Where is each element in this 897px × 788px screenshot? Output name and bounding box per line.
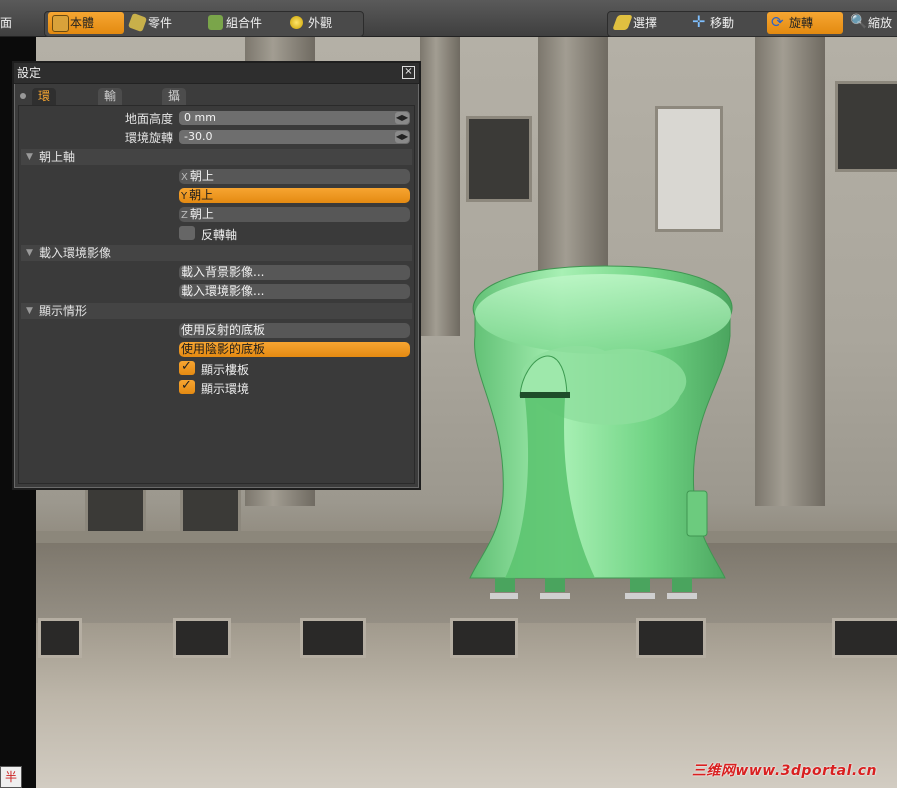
building-window xyxy=(655,106,723,232)
tab-appearance-label: 外觀 xyxy=(308,16,333,30)
axis-option-label: 朝上 xyxy=(189,169,214,183)
environment-panel: 地面高度 0 mm ◀▶ 環境旋轉 -30.0 ◀▶ ▼ 朝上軸 X 朝上 Y 朝上… xyxy=(18,105,415,484)
select-icon xyxy=(612,15,633,30)
tab-camera[interactable]: 攝影機設定 xyxy=(162,88,187,171)
up-axis-x-option[interactable]: X 朝上 xyxy=(179,169,410,184)
axis-option-label: 朝上 xyxy=(189,188,214,202)
basement-window xyxy=(300,618,366,658)
basement-window xyxy=(38,618,82,658)
tab-output[interactable]: 輸出設定 xyxy=(98,88,123,154)
watermark: 三维网www.3dportal.cn xyxy=(691,763,877,779)
invert-axis-label: 反轉軸 xyxy=(201,228,238,242)
move-tool-button[interactable]: ✛ 移動 xyxy=(688,12,762,34)
select-label: 選擇 xyxy=(633,16,658,30)
magnifier-icon: 🔍 xyxy=(850,14,868,30)
corner-ime-indicator[interactable]: 半 xyxy=(0,766,22,788)
up-axis-title: 朝上軸 xyxy=(39,150,76,164)
show-environment-checkbox[interactable]: ✓ xyxy=(179,378,195,394)
building-window xyxy=(180,486,241,537)
move-label: 移動 xyxy=(710,16,735,30)
tab-parts-label: 零件 xyxy=(148,16,173,30)
3d-model-render[interactable] xyxy=(455,256,750,601)
tab-assembly[interactable]: 組合件 xyxy=(204,12,284,34)
env-rotate-label: 環境旋轉 xyxy=(125,131,174,145)
display-section[interactable]: ▼ 顯示情形 xyxy=(21,303,412,319)
assembly-icon xyxy=(208,15,223,30)
axis-option-label: 朝上 xyxy=(189,207,214,221)
parts-icon xyxy=(127,12,148,33)
building-pillar xyxy=(420,36,460,336)
sphere-icon xyxy=(290,16,303,29)
collapse-triangle-icon: ▼ xyxy=(26,152,33,162)
tab-body[interactable]: 本體 xyxy=(48,12,124,34)
reflective-floor-option[interactable]: 使用反射的底板 xyxy=(179,323,410,338)
close-icon[interactable]: × xyxy=(402,66,415,79)
collapse-triangle-icon: ▼ xyxy=(26,248,33,258)
tab-bullet-icon xyxy=(20,93,26,99)
rotate-label: 旋轉 xyxy=(789,16,814,30)
shadow-floor-option[interactable]: 使用陰影的底板 xyxy=(179,342,410,357)
basement-window xyxy=(832,618,897,658)
move-icon: ✛ xyxy=(692,12,706,31)
env-rotate-value: -30.0 xyxy=(184,130,213,143)
axis-letter: Y xyxy=(181,191,188,202)
tab-assembly-label: 組合件 xyxy=(226,16,263,30)
ground-height-value: 0 mm xyxy=(184,111,216,124)
invert-axis-checkbox[interactable] xyxy=(179,226,195,240)
basement-window xyxy=(636,618,706,658)
show-environment-label: 顯示環境 xyxy=(201,382,250,396)
load-env-section[interactable]: ▼ 載入環境影像 xyxy=(21,245,412,261)
show-floor-checkbox[interactable]: ✓ xyxy=(179,359,195,375)
tab-body-label: 本體 xyxy=(70,16,95,30)
rotate-icon: ⟳ xyxy=(771,13,784,31)
zoom-label: 縮放 xyxy=(868,16,893,30)
building-window xyxy=(835,81,897,172)
cube-icon xyxy=(52,15,69,32)
toolbar-cut-item[interactable]: 面 xyxy=(0,12,12,34)
building-window xyxy=(466,116,532,202)
select-tool-button[interactable]: 選擇 xyxy=(611,12,683,34)
dialog-titlebar[interactable]: 設定 × xyxy=(14,63,419,84)
tab-environment[interactable]: 環境設定 xyxy=(32,88,57,154)
show-floor-label: 顯示樓板 xyxy=(201,363,250,377)
dialog-title: 設定 xyxy=(17,66,42,80)
ground-height-field[interactable]: 0 mm ◀▶ xyxy=(179,111,410,125)
main-toolbar: 面 本體 零件 組合件 外觀 選擇 ✛ 移動 ⟳ 旋轉 🔍 縮放 xyxy=(0,0,897,37)
up-axis-section[interactable]: ▼ 朝上軸 xyxy=(21,149,412,165)
load-env-title: 載入環境影像 xyxy=(39,246,112,260)
spinner-icon[interactable]: ◀▶ xyxy=(395,131,409,143)
tab-parts[interactable]: 零件 xyxy=(126,12,202,34)
load-environment-button[interactable]: 載入環境影像... xyxy=(179,284,410,299)
tab-appearance[interactable]: 外觀 xyxy=(286,12,356,34)
rotate-tool-button[interactable]: ⟳ 旋轉 xyxy=(767,12,843,34)
basement-window xyxy=(173,618,231,658)
up-axis-z-option[interactable]: Z 朝上 xyxy=(179,207,410,222)
collapse-triangle-icon: ▼ xyxy=(26,306,33,316)
display-title: 顯示情形 xyxy=(39,304,88,318)
checkmark-icon: ✓ xyxy=(181,378,192,393)
building-pillar xyxy=(755,36,825,506)
up-axis-y-option[interactable]: Y 朝上 xyxy=(179,188,410,203)
building-window xyxy=(85,486,146,537)
checkmark-icon: ✓ xyxy=(181,359,192,374)
zoom-tool-button[interactable]: 🔍 縮放 xyxy=(846,12,897,34)
basement-window xyxy=(450,618,518,658)
spinner-icon[interactable]: ◀▶ xyxy=(395,112,409,124)
axis-letter: Z xyxy=(181,210,188,221)
axis-letter: X xyxy=(181,172,188,183)
env-rotate-field[interactable]: -30.0 ◀▶ xyxy=(179,130,410,144)
ground-height-label: 地面高度 xyxy=(125,112,174,126)
load-background-button[interactable]: 載入背景影像... xyxy=(179,265,410,280)
settings-dialog: 設定 × 環境設定 輸出設定 攝影機設定 地面高度 0 mm ◀▶ 環境旋轉 -… xyxy=(12,61,421,490)
